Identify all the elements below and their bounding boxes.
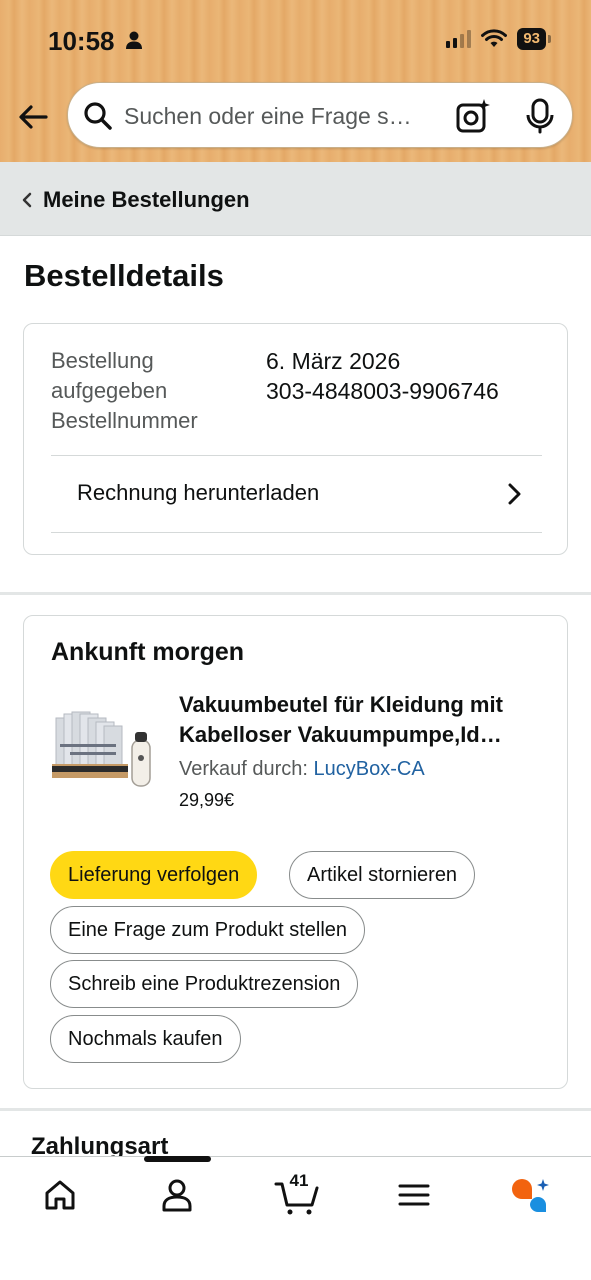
account-icon[interactable] — [157, 1175, 197, 1215]
cart-count-badge: 41 — [289, 1171, 309, 1190]
order-date-label: Bestellung aufgegeben — [51, 348, 168, 403]
section-separator — [0, 1108, 591, 1111]
status-indicators: 93 — [446, 28, 551, 50]
battery-level: 93 — [517, 28, 546, 50]
chevron-left-icon — [22, 192, 32, 208]
product-title-line-1[interactable]: Vakuumbeutel für Kleidung mit — [179, 690, 554, 720]
order-info-card: Bestellung aufgegeben Bestellnummer 6. M… — [23, 323, 568, 555]
cellular-signal-icon — [446, 30, 472, 48]
status-time: 10:58 — [48, 26, 115, 56]
divider — [51, 532, 542, 533]
back-arrow-icon[interactable] — [14, 98, 52, 136]
chevron-right-icon — [508, 483, 521, 505]
app-header: 10:58 93 — [0, 0, 591, 162]
breadcrumb[interactable]: Meine Bestellungen — [0, 162, 591, 236]
shipment-card: Ankunft morgen Vakuumbeutel für Kleidung… — [23, 615, 568, 1089]
bottom-navigation: 41 — [0, 1156, 591, 1280]
buy-again-button[interactable]: Nochmals kaufen — [50, 1015, 241, 1063]
camera-lens-icon[interactable] — [454, 97, 492, 135]
product-title-line-2[interactable]: Kabelloser Vakuumpumpe,Id… — [179, 720, 554, 750]
order-date-value: 6. März 2026 — [266, 348, 401, 374]
breadcrumb-label[interactable]: Meine Bestellungen — [43, 187, 250, 213]
seller-prefix: Verkauf durch: — [179, 758, 308, 780]
seller-link[interactable]: LucyBox-CA — [314, 758, 425, 780]
download-invoice-row[interactable]: Rechnung herunterladen — [51, 456, 542, 532]
wifi-icon — [481, 29, 508, 47]
write-review-button[interactable]: Schreib eine Produktrezension — [50, 960, 359, 1008]
order-number-label: Bestellnummer — [51, 408, 198, 433]
download-invoice-label[interactable]: Rechnung herunterladen — [77, 480, 319, 506]
search-bar[interactable] — [67, 82, 573, 148]
order-labels: Bestellung aufgegeben Bestellnummer — [51, 346, 251, 436]
scroll-indicator — [144, 1156, 211, 1162]
search-icon — [84, 102, 112, 130]
product-image[interactable] — [50, 696, 158, 796]
microphone-icon[interactable] — [522, 97, 558, 135]
rufus-ai-icon[interactable] — [508, 1175, 552, 1215]
product-title[interactable]: Vakuumbeutel für Kleidung mit Kabelloser… — [179, 690, 554, 750]
person-status-icon — [126, 31, 142, 49]
battery-icon — [548, 35, 551, 43]
track-delivery-button[interactable]: Lieferung verfolgen — [50, 851, 258, 899]
search-input[interactable] — [124, 101, 444, 131]
home-icon[interactable] — [40, 1175, 80, 1215]
ask-question-button[interactable]: Eine Frage zum Produkt stellen — [50, 906, 366, 954]
cancel-item-button[interactable]: Artikel stornieren — [289, 851, 476, 899]
menu-icon[interactable] — [394, 1175, 434, 1215]
page-title: Bestelldetails — [24, 258, 224, 293]
product-price: 29,99€ — [179, 790, 235, 810]
seller-info: Verkauf durch: LucyBox-CA — [179, 758, 425, 781]
arrival-status: Ankunft morgen — [51, 638, 245, 666]
section-separator — [0, 592, 591, 595]
order-number-value: 303-4848003-9906746 — [266, 378, 499, 404]
